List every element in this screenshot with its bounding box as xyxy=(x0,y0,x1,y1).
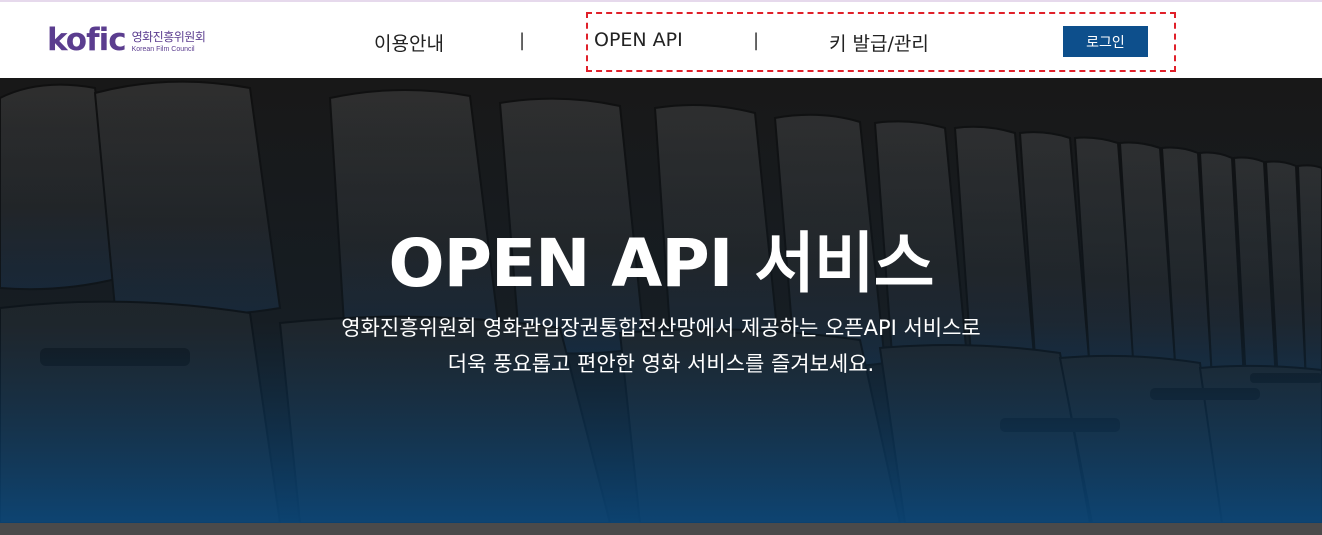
logo-mark: kofic xyxy=(47,22,127,58)
nav-item-usage-guide[interactable]: 이용안내 xyxy=(374,29,444,56)
logo-korean-name: 영화진흥위원회 xyxy=(131,30,206,44)
kofic-logo[interactable]: kofic 영화진흥위원회 Korean Film Council xyxy=(47,22,206,58)
nav-separator: | xyxy=(753,30,760,51)
nav-separator: | xyxy=(519,30,526,51)
nav-item-open-api[interactable]: OPEN API xyxy=(594,29,683,51)
hero-subtitle-line2: 더욱 풍요롭고 편안한 영화 서비스를 즐겨보세요. xyxy=(447,352,875,376)
login-button[interactable]: 로그인 xyxy=(1063,26,1148,57)
footer-bar xyxy=(0,523,1322,535)
hero-title: OPEN API 서비스 xyxy=(388,225,935,302)
logo-text: 영화진흥위원회 Korean Film Council xyxy=(132,31,206,53)
logo-english-name: Korean Film Council xyxy=(131,46,195,53)
hero-subtitle-line1: 영화진흥위원회 영화관입장권통합전산망에서 제공하는 오픈API 서비스로 xyxy=(341,316,981,340)
nav-item-key-management[interactable]: 키 발급/관리 xyxy=(829,29,929,56)
site-header: kofic 영화진흥위원회 Korean Film Council 이용안내 |… xyxy=(0,0,1322,78)
hero-banner: OPEN API 서비스 영화진흥위원회 영화관입장권통합전산망에서 제공하는 … xyxy=(0,78,1322,523)
